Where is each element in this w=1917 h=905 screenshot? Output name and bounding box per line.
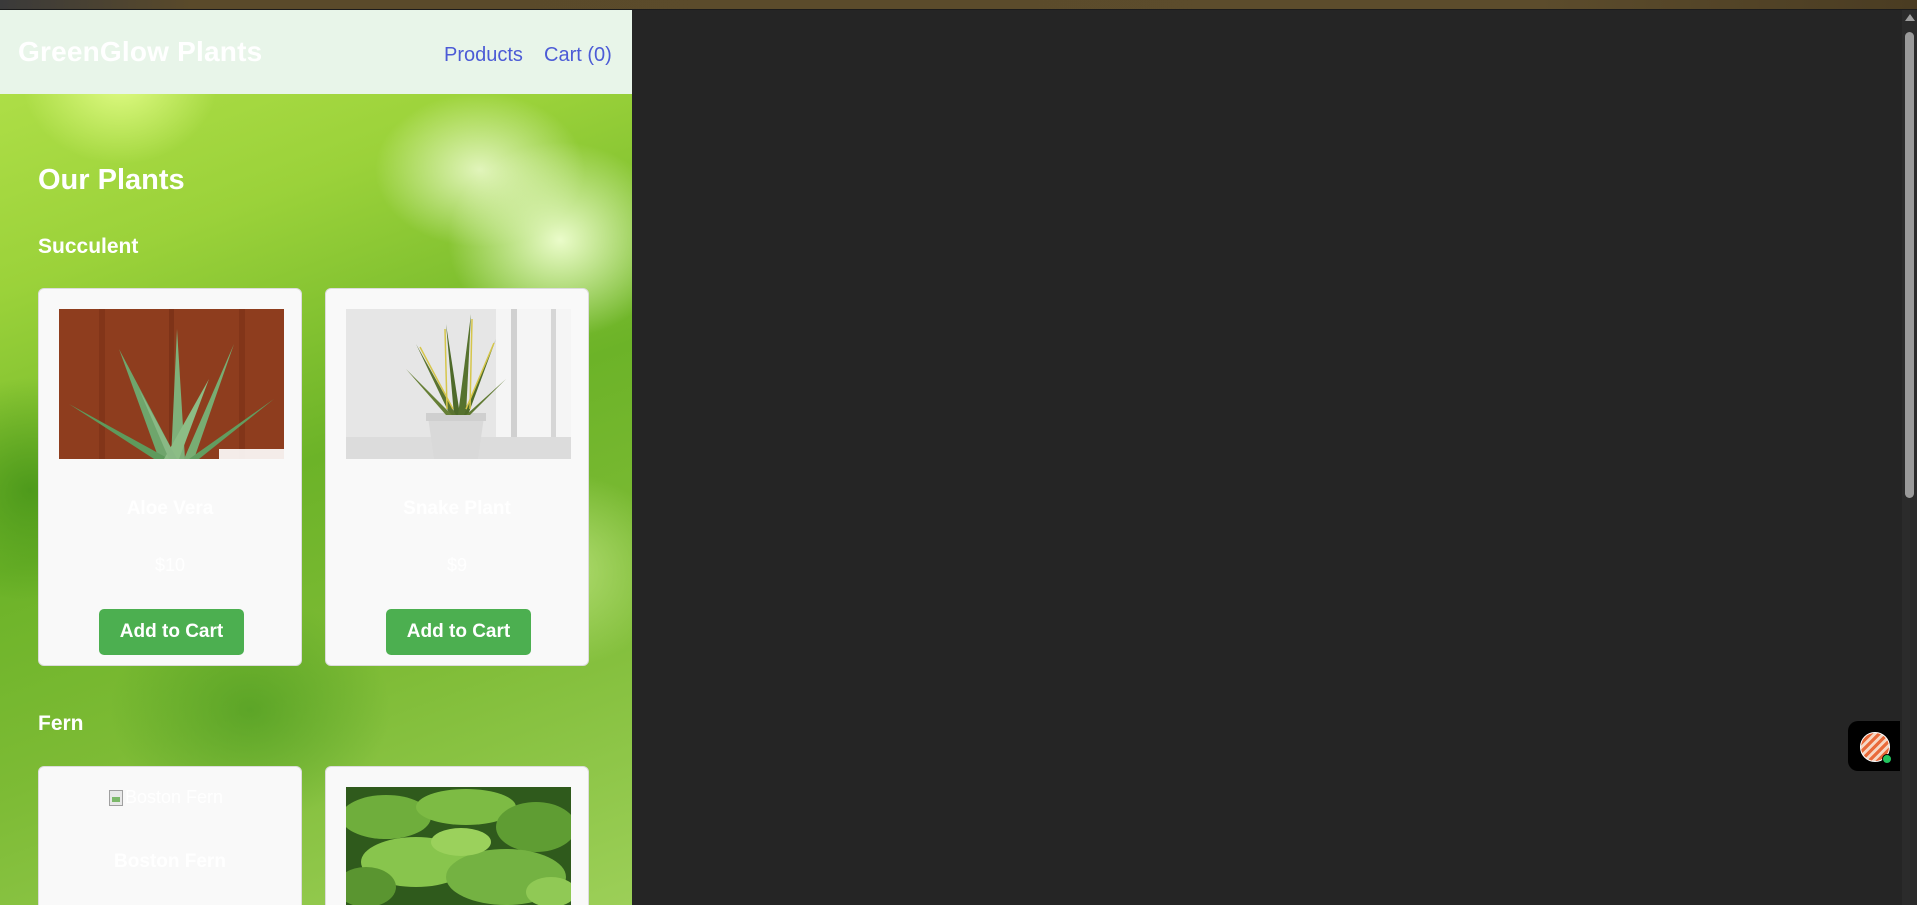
vertical-scrollbar[interactable]: [1902, 10, 1917, 905]
site-logo[interactable]: GreenGlow Plants: [18, 36, 262, 68]
product-price: $10: [154, 555, 186, 575]
product-image-snake-plant: [346, 309, 571, 459]
empty-dark-panel: [632, 10, 1902, 905]
product-card-fern: [325, 766, 589, 905]
product-card-boston-fern: Boston Fern Boston Fern: [38, 766, 302, 905]
nav-cart-link[interactable]: Cart (0): [544, 44, 612, 67]
nav-products-link[interactable]: Products: [444, 44, 523, 67]
site-header: GreenGlow Plants Products Cart (0): [0, 10, 632, 94]
scroll-up-arrow-icon[interactable]: [1905, 14, 1915, 21]
product-image-aloe-vera: [59, 309, 284, 459]
add-to-cart-button[interactable]: Add to Cart: [99, 609, 244, 655]
website-viewport: GreenGlow Plants Products Cart (0) Our P…: [0, 10, 632, 905]
browser-top-strip: [0, 0, 1917, 10]
category-title-fern: Fern: [38, 712, 84, 735]
product-name: Boston Fern: [114, 851, 226, 872]
product-card-snake-plant: Snake Plant $9 Add to Cart: [325, 288, 589, 666]
scrollbar-thumb[interactable]: [1905, 32, 1914, 498]
online-status-dot-icon: [1882, 754, 1892, 764]
product-image-fern: [346, 787, 571, 905]
category-title-succulent: Succulent: [38, 235, 139, 258]
product-name: Aloe Vera: [126, 498, 214, 519]
chat-widget-button[interactable]: [1848, 721, 1900, 771]
broken-image-icon: [109, 789, 123, 806]
page-title: Our Plants: [38, 164, 185, 196]
image-alt-text: Boston Fern: [125, 787, 224, 807]
product-image-boston-fern: Boston Fern: [109, 787, 223, 808]
product-card-aloe-vera: Aloe Vera $10 Add to Cart: [38, 288, 302, 666]
add-to-cart-button[interactable]: Add to Cart: [386, 609, 531, 655]
product-price: $9: [446, 555, 468, 575]
product-name: Snake Plant: [403, 498, 511, 519]
